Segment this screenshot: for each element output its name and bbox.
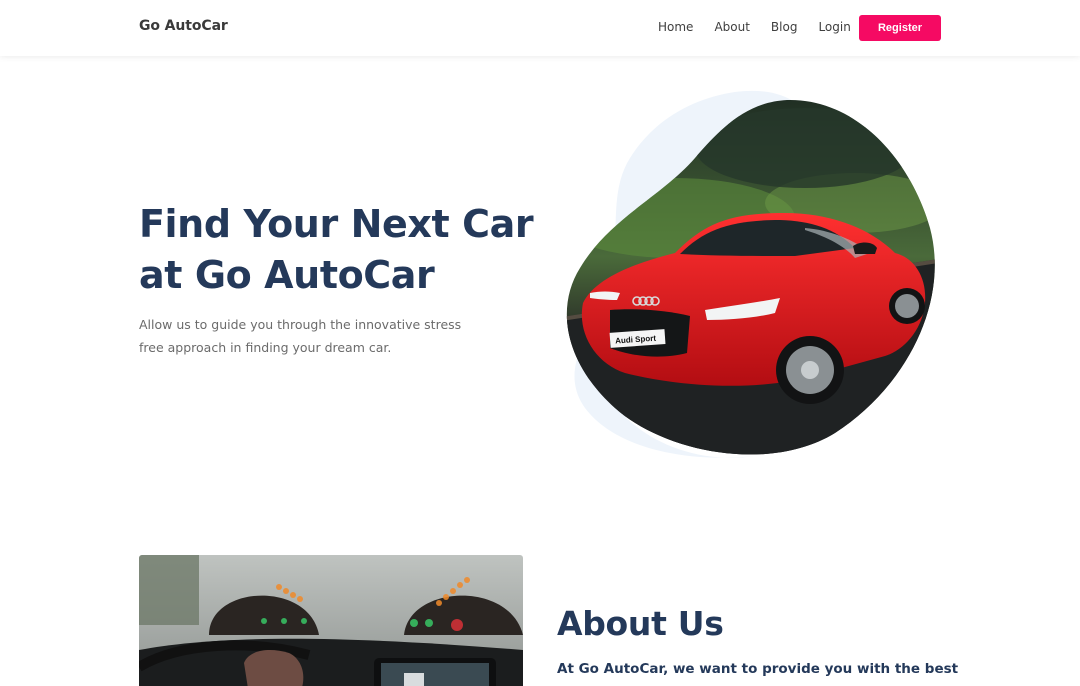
brand-logo[interactable]: Go AutoCar [139,18,228,34]
car-interior-illustration [139,555,523,686]
top-navbar: Go AutoCar Home About Blog Login Registe… [0,0,1080,56]
hero-title: Find Your Next Car at Go AutoCar [139,199,559,301]
about-lead-text: At Go AutoCar, we want to provide you wi… [557,661,959,677]
hero-car-illustration: Audi Sport [566,90,935,458]
nav-link-login[interactable]: Login [818,20,850,34]
hero-title-line-2: at Go AutoCar [139,253,435,297]
main-nav: Home About Blog Login [658,20,872,34]
hero-description: Allow us to guide you through the innova… [139,317,462,355]
register-button[interactable]: Register [859,15,941,41]
nav-link-blog[interactable]: Blog [771,20,798,34]
nav-link-home[interactable]: Home [658,20,693,34]
about-title: About Us [557,604,724,643]
about-image [139,555,523,686]
nav-link-about[interactable]: About [714,20,749,34]
hero-car-image: Audi Sport [555,88,945,463]
hero-title-line-1: Find Your Next Car [139,202,534,246]
